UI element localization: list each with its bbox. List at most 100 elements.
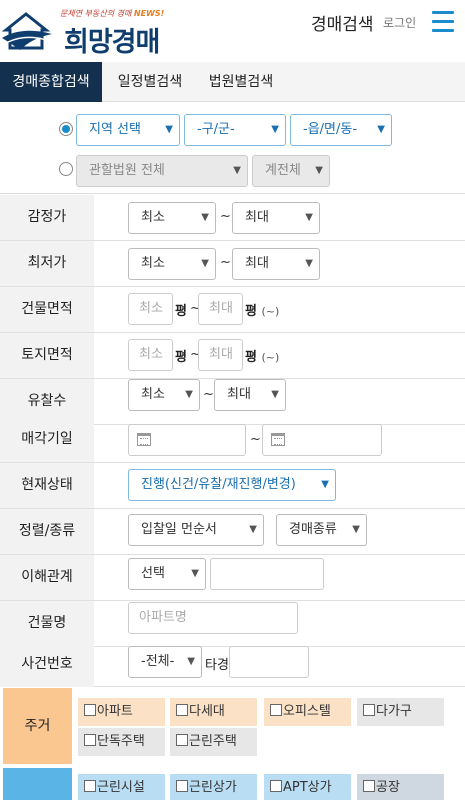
tab-comprehensive-search[interactable]: 경매종합검색 [0,62,102,102]
sale-date-from-input[interactable] [128,424,246,456]
chip-officetel[interactable]: 오피스텔 [264,698,351,726]
chip-apartment[interactable]: 아파트 [78,698,165,726]
checkbox-icon[interactable] [176,734,188,746]
chip-apt-store[interactable]: APT상가 [264,774,351,800]
dong-select-value: -읍/면/동- [303,122,358,137]
commercial-category: 근린시설 근린상가 APT상가 공장 [0,768,465,800]
chip-factory[interactable]: 공장 [357,774,444,800]
tab-schedule-search[interactable]: 일정별검색 [104,62,196,102]
chip-neighborhood-facility[interactable]: 근린시설 [78,774,165,800]
chip-label: 다세대 [189,704,225,719]
dong-select[interactable]: -읍/면/동- ▼ [290,114,392,146]
slogan: 문체연 부동산의 경매 NEWS! [60,9,165,18]
appraisal-min-value: 최소 [141,210,165,225]
login-link[interactable]: 로그인 [383,14,416,31]
chip-label: 근린상가 [189,780,237,795]
sort-order-select[interactable]: 입찰일 먼순서 ▼ [128,514,264,546]
lowest-max-select[interactable]: 최대 ▼ [232,248,320,280]
checkbox-icon[interactable] [176,704,188,716]
case-court-value: -전체- [141,654,175,669]
land-area-min-input[interactable]: 최소 [128,339,173,371]
checkbox-icon[interactable] [84,734,96,746]
range-tilde: ~ [250,432,261,447]
division-select[interactable]: 계전체 ▼ [252,155,330,187]
chip-multi-household[interactable]: 다세대 [170,698,257,726]
pyeong-unit: 평 (~) [245,304,280,319]
checkbox-icon[interactable] [176,780,188,792]
status-select-value: 진행(신건/유찰/재진행/변경) [141,477,296,492]
chevron-down-icon: ▼ [305,212,313,223]
chip-multi-family[interactable]: 다가구 [357,698,444,726]
sale-date-to-input[interactable] [262,424,382,456]
appraisal-max-select[interactable]: 최대 ▼ [232,202,320,234]
checkbox-icon[interactable] [84,704,96,716]
interest-input[interactable] [210,558,324,590]
lowest-min-select[interactable]: 최소 ▼ [128,248,216,280]
building-name-label: 건물명 [0,601,94,646]
residential-category: 주거 아파트 다세대 오피스텔 다가구 단독주택 근린주택 [0,688,465,766]
failed-min-select[interactable]: 최소 ▼ [128,379,200,411]
gugun-select-value: -구/군- [197,122,235,137]
chip-label: 단독주택 [97,734,145,749]
chip-label: 근린시설 [97,780,145,795]
land-area-max-input[interactable]: 최대 [198,339,243,371]
building-area-min-input[interactable]: 최소 [128,293,173,325]
court-select-value: 관할법원 전체 [89,163,165,178]
auction-type-select[interactable]: 경매종류 ▼ [276,514,367,546]
checkbox-icon[interactable] [270,704,282,716]
status-select[interactable]: 진행(신건/유찰/재진행/변경) ▼ [128,469,336,501]
chevron-down-icon: ▼ [305,258,313,269]
region-radio[interactable] [59,122,73,136]
sort-label: 정렬/종류 [0,509,94,554]
lowest-max-value: 최대 [245,256,269,271]
chip-label: 아파트 [97,704,133,719]
sido-select[interactable]: 지역 선택 ▼ [76,114,180,146]
gugun-select[interactable]: -구/군- ▼ [184,114,286,146]
auction-type-value: 경매종류 [289,522,337,537]
checkbox-icon[interactable] [363,704,375,716]
chip-detached-house[interactable]: 단독주택 [78,728,165,756]
tab-court-search[interactable]: 법원별검색 [196,62,286,102]
appraisal-min-select[interactable]: 최소 ▼ [128,202,216,234]
court-select[interactable]: 관할법원 전체 ▼ [76,155,248,187]
lowest-price-row: 최저가 최소 ▼ ~ 최대 ▼ [0,241,465,287]
brand-logo[interactable]: 문체연 부동산의 경매 NEWS! 희망경매 [2,4,165,58]
header: 문체연 부동산의 경매 NEWS! 희망경매 경매검색 로그인 [0,0,465,62]
pyeong-unit: 평 (~) [245,350,280,365]
case-court-select[interactable]: -전체- ▼ [128,646,202,678]
failed-min-value: 최소 [141,387,165,402]
range-tilde: ~ [220,209,231,224]
status-label: 현재상태 [0,463,94,508]
chevron-down-icon: ▼ [201,212,209,223]
chevron-down-icon: ▼ [352,524,360,535]
division-select-value: 계전체 [265,163,301,178]
building-name-input[interactable]: 아파트명 [128,602,298,634]
chip-label: 오피스텔 [283,704,331,719]
chip-neighborhood-store[interactable]: 근린상가 [170,774,257,800]
sort-row: 정렬/종류 입찰일 먼순서 ▼ 경매종류 ▼ [0,509,465,555]
interest-select[interactable]: 선택 ▼ [128,558,206,590]
checkbox-icon[interactable] [270,780,282,792]
commercial-label [3,768,72,800]
court-radio[interactable] [59,162,73,176]
failed-max-value: 최대 [227,387,251,402]
sale-date-row: 매각기일 ~ [0,417,465,463]
interest-label: 이해관계 [0,555,94,600]
sido-select-value: 지역 선택 [89,122,141,137]
chip-neighborhood-house[interactable]: 근린주택 [170,728,257,756]
menu-icon[interactable] [432,11,454,33]
appraisal-label: 감정가 [0,195,94,240]
failed-max-select[interactable]: 최대 ▼ [214,379,286,411]
checkbox-icon[interactable] [363,780,375,792]
building-name-row: 건물명 아파트명 [0,601,465,647]
lowest-price-label: 최저가 [0,241,94,286]
calendar-icon[interactable] [137,433,151,446]
page-title: 경매검색 [311,15,374,35]
checkbox-icon[interactable] [84,780,96,792]
appraisal-row: 감정가 최소 ▼ ~ 최대 ▼ [0,195,465,241]
chip-label: APT상가 [283,780,332,795]
case-number-input[interactable] [229,646,309,678]
chevron-down-icon: ▼ [201,258,209,269]
building-area-max-input[interactable]: 최대 [198,293,243,325]
calendar-icon[interactable] [271,433,285,446]
